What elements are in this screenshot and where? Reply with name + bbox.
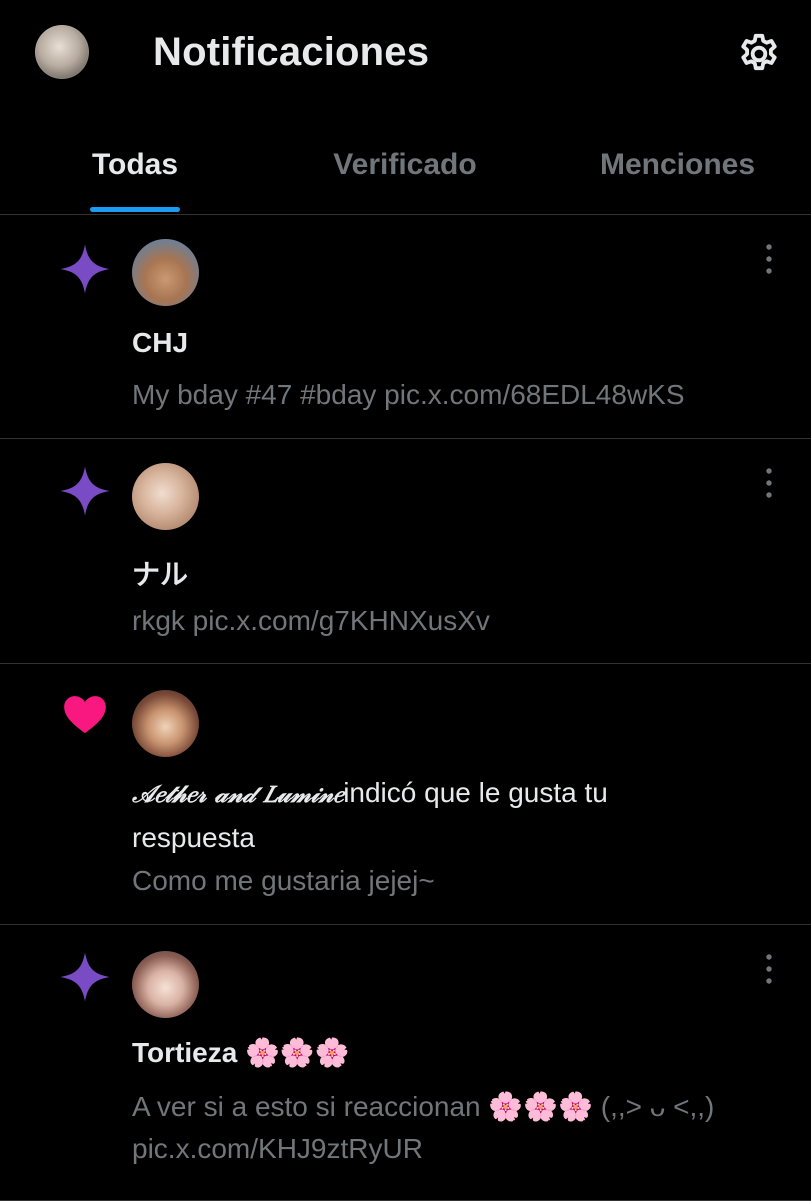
post-text-line-2: pic.x.com/KHJ9ztRyUR — [132, 1133, 423, 1164]
tab-label: Verificado — [333, 148, 477, 181]
notification-item[interactable]: Tortieza 🌸🌸🌸 A ver si a esto si reaccion… — [0, 925, 811, 1201]
tab-bar: Todas Verificado Menciones — [0, 130, 811, 215]
user-name[interactable]: CHJ — [132, 327, 188, 359]
profile-avatar[interactable] — [35, 25, 89, 79]
tab-label: Menciones — [599, 148, 756, 181]
user-avatar[interactable] — [132, 951, 199, 1018]
user-name[interactable]: Tortieza 🌸🌸🌸 — [132, 1036, 350, 1069]
notification-item[interactable]: CHJ My bday #47 #bday pic.x.com/68EDL48w… — [0, 215, 811, 439]
page-title: Notificaciones — [153, 30, 430, 74]
sparkle-icon — [60, 244, 110, 294]
post-text-line-1: A ver si a esto si reaccionan 🌸🌸🌸 (,,> ᴗ… — [132, 1091, 715, 1122]
tab-todas[interactable]: Todas — [45, 130, 225, 214]
gear-icon[interactable] — [736, 31, 782, 77]
sparkle-icon — [60, 952, 110, 1002]
user-name[interactable]: ナル — [132, 553, 188, 593]
user-avatar[interactable] — [132, 463, 199, 530]
tab-label: Todas — [91, 148, 179, 181]
sparkle-icon — [60, 466, 110, 516]
more-options-icon[interactable] — [758, 952, 780, 986]
post-text: My bday #47 #bday pic.x.com/68EDL48wKS — [132, 379, 685, 410]
like-notification-text: 𝒜𝑒𝓉𝒽𝑒𝓇 𝒶𝓃𝒹 𝐿𝓊𝓂𝒾𝓃𝑒indicó que le gusta tu … — [132, 771, 732, 860]
post-text: rkgk pic.x.com/g7KHNXusXv — [132, 605, 490, 636]
heart-icon — [64, 696, 106, 734]
more-options-icon[interactable] — [758, 242, 780, 276]
user-avatar[interactable] — [132, 690, 199, 757]
tab-active-indicator — [90, 207, 180, 212]
more-options-icon[interactable] — [758, 466, 780, 500]
user-avatar[interactable] — [132, 239, 199, 306]
tab-menciones[interactable]: Menciones — [580, 130, 775, 214]
top-bar: Notificaciones — [0, 0, 811, 110]
user-name[interactable]: 𝒜𝑒𝓉𝒽𝑒𝓇 𝒶𝓃𝒹 𝐿𝓊𝓂𝒾𝓃𝑒 — [132, 779, 343, 808]
notification-item[interactable]: ナル rkgk pic.x.com/g7KHNXusXv — [0, 439, 811, 664]
liked-reply-text: Como me gustaria jejej~ — [132, 865, 435, 896]
notification-item[interactable]: 𝒜𝑒𝓉𝒽𝑒𝓇 𝒶𝓃𝒹 𝐿𝓊𝓂𝒾𝓃𝑒indicó que le gusta tu … — [0, 664, 811, 925]
tab-verificado[interactable]: Verificado — [305, 130, 505, 214]
